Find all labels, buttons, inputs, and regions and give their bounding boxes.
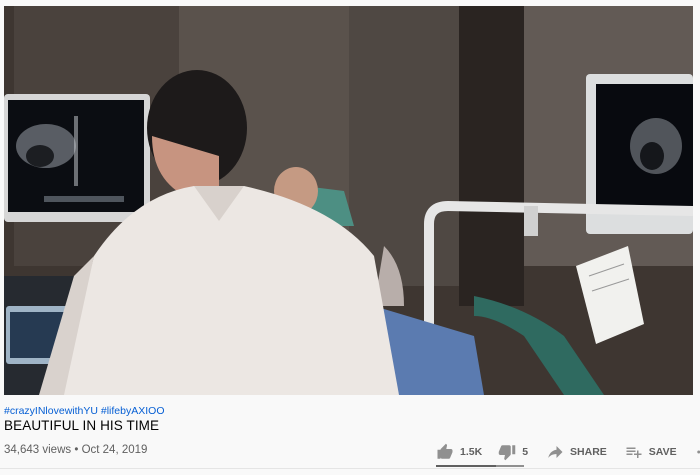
save-label: SAVE (648, 446, 677, 458)
dislike-count: 5 (522, 446, 529, 458)
share-icon (548, 446, 563, 458)
dislike-button[interactable]: 5 (498, 443, 528, 461)
publish-date: Oct 24, 2019 (81, 444, 148, 456)
meta-separator: • (74, 444, 79, 456)
view-count: 34,643 views (4, 444, 72, 456)
section-divider (0, 468, 700, 469)
video-frame (4, 6, 693, 395)
video-player[interactable] (4, 6, 693, 395)
more-icon (696, 450, 700, 454)
share-label: SHARE (570, 446, 607, 458)
video-meta: 34,643 views • Oct 24, 2019 (4, 444, 147, 456)
action-bar: 1.5K 5 SHARE SAVE (432, 441, 700, 463)
hashtag-link[interactable]: #crazyINlovewithYU (4, 405, 98, 417)
video-title: BEAUTIFUL IN HIS TIME (4, 418, 160, 433)
sentiment-bar-like-fill (436, 465, 496, 467)
save-button[interactable]: SAVE (625, 443, 677, 461)
hashtags: #crazyINlovewithYU #lifebyAXIOO (4, 405, 165, 417)
thumb-down-icon (498, 445, 516, 461)
playlist-add-icon (626, 447, 642, 458)
more-actions-button[interactable] (695, 443, 700, 461)
like-button[interactable]: 1.5K (436, 443, 482, 461)
share-button[interactable]: SHARE (546, 443, 607, 461)
like-count: 1.5K (460, 446, 483, 458)
thumb-up-icon (437, 443, 453, 459)
hashtag-link[interactable]: #lifebyAXIOO (101, 405, 165, 417)
